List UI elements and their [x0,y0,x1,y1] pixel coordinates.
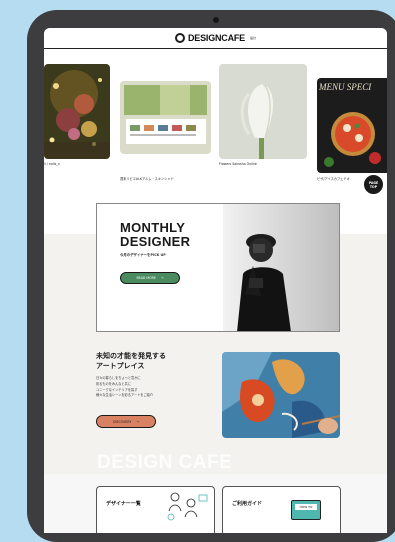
art-section-body: 日々の暮らしをちょっと豊かに 彩るものをみんなと共に ユニークなインテリアを探す… [96,376,176,399]
gallery-caption[interactable]: ピザ/アイスカフェドオ [317,176,350,181]
logo-subtext: 設計 [250,36,257,40]
monthly-title-line: MONTHLY [120,220,186,235]
discovery-label: DISCOVERY [113,419,132,424]
designer-image [223,204,339,331]
designer-list-label: デザイナー一覧 [106,501,141,507]
image-gallery: ii / nails_n 週末リビエALKアルム・スキンシャド Flowers … [44,64,387,214]
website-image [120,81,211,154]
menu-card-text: MENU SPECI [318,82,372,92]
gallery-card-menu[interactable]: MENU SPECI [317,78,387,173]
gallery-card-lily[interactable] [219,64,307,159]
site-logo[interactable]: DESIGNCAFE [188,33,245,43]
camera-dot [213,17,219,23]
gallery-caption[interactable]: ii / nails_n [44,162,60,166]
site-header: DESIGNCAFE 設計 [44,28,387,49]
logo-icon [174,33,185,43]
art-title-line: 未知の才能を発見する [96,352,166,360]
lily-image [219,64,307,159]
art-photo[interactable] [222,352,340,438]
page-top-button[interactable]: PAGE TOP [363,174,384,195]
art-title-line: アートプレイス [96,362,145,370]
designer-photo[interactable] [223,204,339,331]
gallery-caption[interactable]: Flowers Sakusha Online [219,162,257,166]
monthly-designer-card: MONTHLY DESIGNER 今月のデザイナーをPICK UP READ M… [96,203,340,332]
read-more-label: READ MORE [136,276,156,280]
page-top-label: TOP [369,184,378,189]
painting-image [222,352,340,438]
gallery-caption[interactable]: 週末リビエALKアルム・スキンシャド [120,176,174,181]
designer-list-card[interactable]: デザイナー一覧 [96,486,215,533]
monthly-subtitle: 今月のデザイナーをPICK UP [120,253,166,257]
menu-image: MENU SPECI [317,78,387,173]
art-section-title: 未知の才能を発見する アートプレイス [96,351,166,371]
discovery-button[interactable]: DISCOVERY → [96,415,156,428]
gallery-card-flowers[interactable] [44,64,110,159]
monthly-title-line: DESIGNER [120,234,191,249]
howto-label: HOW TO [295,504,317,510]
brand-watermark: DESIGN CAFE [97,452,233,473]
read-more-button[interactable]: READ MORE → [120,272,180,284]
usage-guide-label: ご利用ガイド [232,501,263,507]
art-body-line: 様々な生活シーンを彩るアートをご紹介 [96,393,154,398]
flowers-image [44,64,110,159]
gallery-card-website[interactable] [120,81,211,154]
monthly-title: MONTHLY DESIGNER [120,221,190,249]
arrow-right-icon: → [160,276,164,280]
website-screen: DESIGNCAFE 設計 ii / nails_n 週末リビエALKアルム・ス… [44,28,387,533]
people-illustration [167,492,208,521]
howto-badge: HOW TO [291,500,321,520]
arrow-right-icon: → [136,419,139,424]
usage-guide-card[interactable]: ご利用ガイド HOW TO [222,486,341,533]
